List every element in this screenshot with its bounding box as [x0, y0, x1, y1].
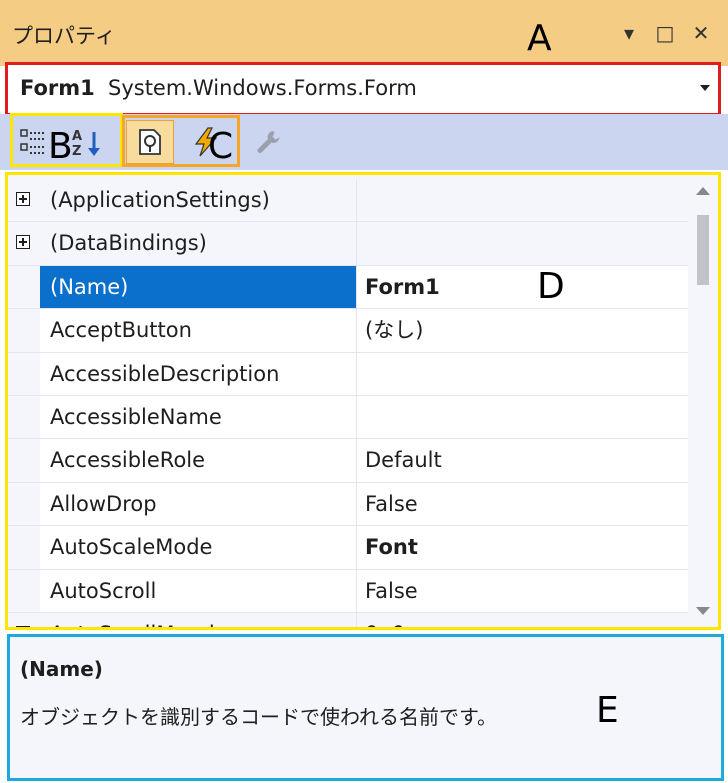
object-type: System.Windows.Forms.Form — [108, 76, 417, 100]
expand-plus-icon[interactable] — [16, 625, 30, 627]
row-gutter — [8, 482, 40, 526]
property-row[interactable]: AccessibleRole Default — [8, 439, 694, 483]
marker-e: E — [596, 690, 619, 731]
vertical-scrollbar[interactable] — [688, 175, 718, 627]
property-value[interactable]: Form1 — [357, 265, 694, 309]
property-value[interactable]: 0, 0 — [357, 612, 694, 627]
row-gutter — [8, 352, 40, 395]
row-gutter — [8, 265, 40, 309]
property-name[interactable]: AutoScrollMargin — [40, 612, 357, 627]
property-row[interactable]: (ApplicationSettings) — [8, 179, 694, 223]
description-text: オブジェクトを識別するコードで使われる名前です。 — [20, 705, 497, 729]
row-gutter — [8, 309, 40, 352]
title-buttons: ▾ □ ✕ — [616, 20, 714, 46]
expand-plus-icon[interactable] — [16, 235, 30, 250]
property-rows: (ApplicationSettings) (DataBindings) (Name… — [8, 179, 694, 627]
maximize-icon[interactable]: □ — [652, 20, 678, 46]
row-gutter — [8, 439, 40, 482]
row-gutter — [8, 569, 40, 612]
property-name[interactable]: (DataBindings) — [40, 222, 357, 265]
scroll-up-icon[interactable] — [696, 187, 710, 195]
property-row[interactable]: AcceptButton (なし) — [8, 309, 694, 353]
property-value[interactable]: Default — [357, 439, 694, 482]
property-row[interactable]: AutoScaleMode Font — [8, 526, 694, 570]
property-name[interactable]: AcceptButton — [40, 309, 357, 352]
description-title: (Name) — [20, 657, 103, 681]
row-gutter — [8, 612, 40, 627]
property-row[interactable]: (Name) Form1 — [8, 265, 694, 310]
property-value[interactable]: False — [357, 569, 694, 612]
row-gutter — [8, 526, 40, 569]
close-icon[interactable]: ✕ — [688, 20, 714, 46]
property-value[interactable] — [357, 179, 694, 222]
marker-b: B — [48, 126, 73, 167]
object-name: Form1 — [20, 76, 95, 100]
property-value[interactable]: (なし) — [357, 309, 694, 352]
property-value[interactable] — [357, 352, 694, 395]
chevron-down-icon[interactable] — [700, 85, 710, 91]
property-name[interactable]: AllowDrop — [40, 482, 357, 526]
property-name[interactable]: AutoScroll — [40, 569, 357, 612]
object-selector[interactable]: Form1 System.Windows.Forms.Form — [5, 62, 721, 116]
row-gutter — [8, 395, 40, 439]
property-value[interactable]: False — [357, 482, 694, 526]
property-row[interactable]: AccessibleDescription — [8, 352, 694, 396]
property-name[interactable]: AccessibleRole — [40, 439, 357, 482]
property-row[interactable]: (DataBindings) — [8, 222, 694, 266]
scroll-thumb[interactable] — [697, 215, 709, 285]
property-name[interactable]: AccessibleName — [40, 395, 357, 439]
property-row[interactable]: AutoScroll False — [8, 569, 694, 613]
property-row[interactable]: AutoScrollMargin0, 0 — [8, 612, 694, 627]
property-name[interactable]: (ApplicationSettings) — [40, 179, 357, 222]
property-name[interactable]: AutoScaleMode — [40, 526, 357, 569]
property-value[interactable] — [357, 395, 694, 439]
property-row[interactable]: AllowDrop False — [8, 482, 694, 527]
property-row[interactable]: AccessibleName — [8, 395, 694, 440]
wrench-icon — [257, 131, 280, 153]
window-position-dropdown-icon[interactable]: ▾ — [616, 20, 642, 46]
row-gutter — [8, 179, 40, 222]
title-bar: プロパティ ▾ □ ✕ — [0, 0, 728, 66]
property-name[interactable]: (Name) — [40, 265, 357, 309]
window-title: プロパティ — [12, 24, 116, 48]
property-pages-button[interactable] — [250, 124, 286, 160]
marker-a: A — [527, 18, 552, 59]
marker-d: D — [537, 266, 565, 307]
marker-c: C — [208, 126, 234, 167]
row-gutter — [8, 222, 40, 265]
property-grid: (ApplicationSettings) (DataBindings) (Name… — [5, 172, 721, 630]
property-value[interactable] — [357, 222, 694, 265]
property-name[interactable]: AccessibleDescription — [40, 352, 357, 395]
scroll-down-icon[interactable] — [696, 607, 710, 615]
property-value[interactable]: Font — [357, 526, 694, 569]
expand-plus-icon[interactable] — [16, 192, 30, 206]
